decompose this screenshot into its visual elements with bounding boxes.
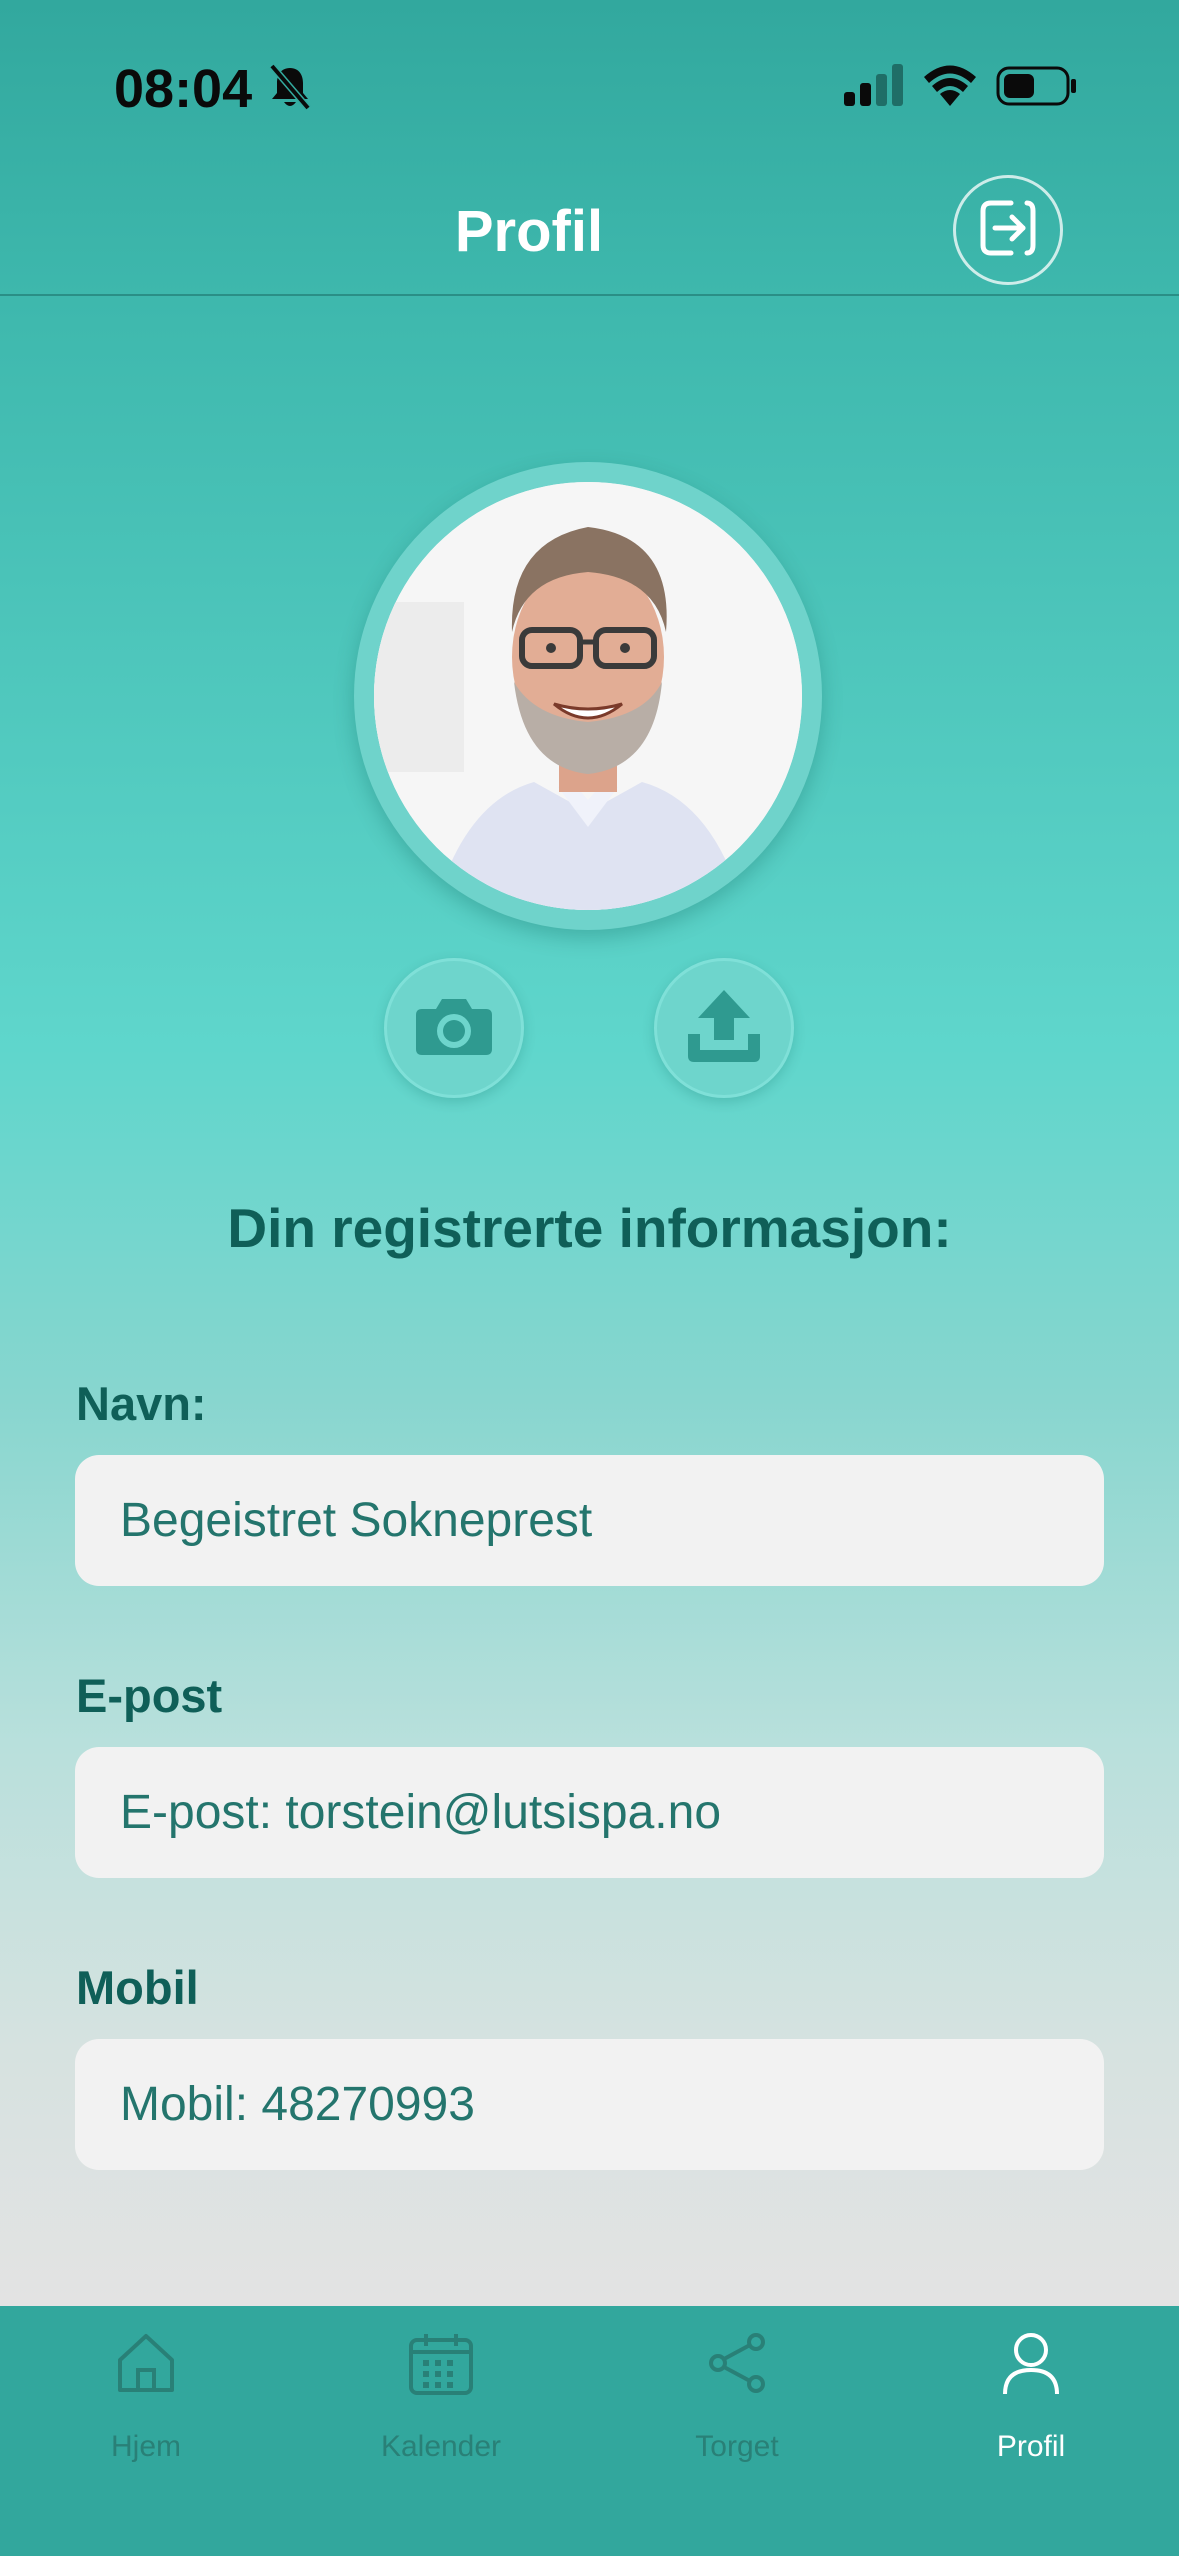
take-photo-button[interactable]: [384, 958, 524, 1098]
home-icon: [116, 2332, 176, 2399]
email-label: E-post: [76, 1669, 223, 1722]
status-bar: 08:04: [0, 0, 1179, 170]
avatar-frame: [354, 462, 822, 930]
wifi-icon: [922, 62, 978, 111]
tab-bar: Hjem Kalender Torget Profil: [0, 2306, 1179, 2556]
section-heading: Din registrerte informasjon:: [227, 1197, 952, 1259]
tab-label-torget: Torget: [695, 2430, 779, 2463]
battery-icon: [996, 66, 1078, 111]
tab-kalender[interactable]: Kalender: [341, 2306, 541, 2466]
person-icon: [1002, 2332, 1060, 2401]
camera-icon: [414, 995, 494, 1062]
mobile-label: Mobil: [76, 1961, 199, 2014]
upload-icon: [684, 988, 764, 1069]
cellular-signal-icon: [844, 64, 906, 111]
share-icon: [706, 2332, 768, 2399]
tab-label-profil: Profil: [996, 2430, 1066, 2463]
tab-hjem[interactable]: Hjem: [46, 2306, 246, 2466]
tab-profil[interactable]: Profil: [931, 2306, 1131, 2466]
header-bar: Profil: [0, 170, 1179, 296]
status-time: 08:04: [114, 59, 253, 119]
name-label: Navn:: [76, 1377, 207, 1430]
page-title: Profil: [454, 199, 604, 264]
logout-icon: [977, 197, 1039, 264]
email-field[interactable]: E-post: torstein@lutsispa.no: [75, 1747, 1104, 1878]
avatar-photo: [374, 482, 802, 910]
calendar-icon: [408, 2332, 474, 2401]
tab-label-hjem: Hjem: [110, 2430, 181, 2463]
tab-label-kalender: Kalender: [380, 2430, 502, 2463]
tab-torget[interactable]: Torget: [637, 2306, 837, 2466]
logout-button[interactable]: [953, 175, 1063, 285]
avatar: [374, 482, 802, 910]
mobile-field[interactable]: Mobil: 48270993: [75, 2039, 1104, 2170]
upload-photo-button[interactable]: [654, 958, 794, 1098]
bell-muted-icon: [268, 62, 312, 117]
name-field[interactable]: Begeistret Sokneprest: [75, 1455, 1104, 1586]
